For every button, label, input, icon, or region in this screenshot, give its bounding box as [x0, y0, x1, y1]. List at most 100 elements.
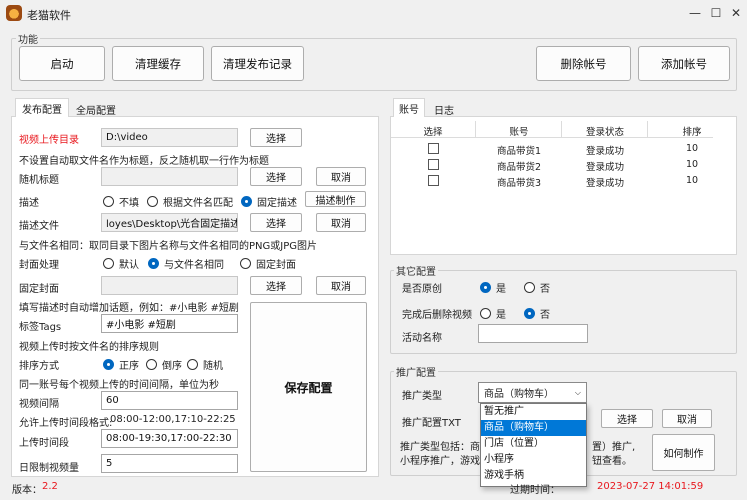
random-title-label: 随机标题	[19, 175, 59, 186]
original-no-radio[interactable]: 否	[524, 280, 550, 295]
dropdown-option[interactable]: 门店（位置）	[481, 436, 586, 452]
promo-desc-line2-tail: 钮查看。	[592, 456, 632, 467]
video-dir-label: 视频上传目录	[19, 135, 79, 146]
delete-yes-radio[interactable]: 是	[480, 306, 506, 321]
promo-txt-select-button[interactable]: 选择	[601, 409, 653, 428]
random-title-cancel-button[interactable]: 取消	[316, 167, 366, 186]
chevron-down-icon: ⌵	[574, 387, 581, 397]
upload-period-input[interactable]: 08:00-19:30,17:00-22:30	[101, 429, 238, 448]
desc-filename-label: 根据文件名匹配	[163, 198, 233, 209]
row-account: 商品带货1	[496, 146, 542, 157]
delete-account-button[interactable]: 删除帐号	[536, 46, 631, 81]
row-order: 10	[685, 175, 699, 186]
interval-label: 视频间隔	[19, 399, 59, 410]
desc-file-select-button[interactable]: 选择	[250, 213, 302, 232]
delete-no-label: 否	[540, 310, 550, 321]
sort-desc-radio[interactable]: 倒序	[146, 357, 182, 372]
desc-filename-radio[interactable]: 根据文件名匹配	[147, 194, 233, 209]
daily-limit-input[interactable]: 5	[101, 454, 238, 473]
col-select-header: 选择	[423, 127, 443, 138]
delete-yes-label: 是	[496, 310, 506, 321]
row-checkbox[interactable]	[428, 143, 439, 154]
title-note: 不设置自动取文件名作为标题，反之随机取一行作为标题	[19, 156, 269, 167]
title-bar	[0, 0, 747, 28]
header-divider	[561, 121, 562, 138]
promo-desc-line2: 小程序推广，游戏手	[400, 456, 490, 467]
start-button[interactable]: 启动	[19, 46, 105, 81]
col-account-header: 账号	[509, 127, 529, 138]
activity-label: 活动名称	[402, 333, 442, 344]
tags-input[interactable]: #小电影 #短剧	[101, 314, 238, 333]
promo-type-select[interactable]: 商品（购物车） ⌵	[478, 382, 587, 403]
tab-global-config[interactable]: 全局配置	[76, 102, 116, 117]
minimize-icon[interactable]: —	[684, 4, 706, 22]
row-checkbox[interactable]	[428, 159, 439, 170]
random-title-input[interactable]	[101, 167, 238, 186]
random-title-select-button[interactable]: 选择	[250, 167, 302, 186]
header-divider	[647, 121, 648, 138]
app-logo-icon	[6, 5, 22, 21]
original-no-label: 否	[540, 284, 550, 295]
window-title: 老猫软件	[27, 9, 71, 22]
dropdown-option[interactable]: 暂无推广	[481, 404, 586, 420]
cover-fixed-label: 固定封面	[256, 260, 296, 271]
promo-txt-label: 推广配置TXT	[402, 418, 461, 429]
interval-input[interactable]: 60	[101, 391, 238, 410]
promo-config-legend: 推广配置	[394, 364, 438, 379]
cover-note: 与文件名相同：取同目录下图片名称与文件名相同的PNG或JPG图片	[19, 241, 317, 252]
save-config-button[interactable]: 保存配置	[250, 302, 367, 472]
desc-fixed-radio[interactable]: 固定描述	[241, 194, 297, 209]
fixed-cover-input[interactable]	[101, 276, 238, 295]
promo-desc-line1: 推广类型包括：商品	[400, 442, 490, 453]
sort-random-radio[interactable]: 随机	[187, 357, 223, 372]
function-group-legend: 功能	[16, 31, 40, 46]
fixed-cover-select-button[interactable]: 选择	[250, 276, 302, 295]
tab-accounts[interactable]: 账号	[393, 98, 425, 117]
desc-file-cancel-button[interactable]: 取消	[316, 213, 366, 232]
original-label: 是否原创	[402, 284, 442, 295]
maximize-icon[interactable]: ☐	[705, 4, 727, 22]
dropdown-option[interactable]: 商品（购物车）	[481, 420, 586, 436]
desc-none-radio[interactable]: 不填	[103, 194, 139, 209]
upload-period-label: 上传时间段	[19, 438, 69, 449]
row-status: 登录成功	[585, 162, 624, 173]
version-label: 版本：	[12, 485, 42, 496]
desc-file-input[interactable]: loyes\Desktop\光合固定描述.txt	[101, 213, 238, 232]
promo-type-dropdown: 暂无推广 商品（购物车） 门店（位置） 小程序 游戏手柄	[480, 403, 587, 487]
cover-fixed-radio[interactable]: 固定封面	[240, 256, 296, 271]
allowed-format-value: 08:00-12:00,17:10-22:25	[110, 414, 236, 425]
cover-same-radio[interactable]: 与文件名相同	[148, 256, 224, 271]
row-order: 10	[685, 159, 699, 170]
video-dir-input[interactable]: D:\video	[101, 128, 238, 147]
delete-no-radio[interactable]: 否	[524, 306, 550, 321]
sort-asc-radio[interactable]: 正序	[103, 357, 139, 372]
tab-logs[interactable]: 日志	[434, 102, 454, 117]
activity-input[interactable]	[478, 324, 588, 343]
row-account: 商品带货3	[496, 178, 542, 189]
original-yes-label: 是	[496, 284, 506, 295]
cover-default-label: 默认	[119, 260, 139, 271]
header-divider	[475, 121, 476, 138]
col-status-header: 登录状态	[585, 127, 624, 138]
row-order: 10	[685, 143, 699, 154]
row-checkbox[interactable]	[428, 175, 439, 186]
expire-value: 2023-07-27 14:01:59	[597, 481, 704, 492]
fixed-cover-label: 固定封面	[19, 284, 59, 295]
fixed-cover-cancel-button[interactable]: 取消	[316, 276, 366, 295]
tab-publish-config[interactable]: 发布配置	[15, 98, 69, 117]
clear-publish-log-button[interactable]: 清理发布记录	[211, 46, 304, 81]
description-label: 描述	[19, 198, 39, 209]
dropdown-option[interactable]: 小程序	[481, 452, 586, 468]
close-icon[interactable]: ✕	[725, 4, 747, 22]
other-config-legend: 其它配置	[394, 263, 438, 278]
how-to-make-button[interactable]: 如何制作	[652, 434, 715, 471]
video-dir-select-button[interactable]: 选择	[250, 128, 302, 147]
original-yes-radio[interactable]: 是	[480, 280, 506, 295]
promo-txt-cancel-button[interactable]: 取消	[662, 409, 712, 428]
promo-type-selected: 商品（购物车）	[484, 389, 554, 400]
clear-cache-button[interactable]: 清理缓存	[112, 46, 204, 81]
add-account-button[interactable]: 添加帐号	[638, 46, 730, 81]
cover-default-radio[interactable]: 默认	[103, 256, 139, 271]
description-make-button[interactable]: 描述制作	[305, 191, 366, 207]
allowed-format-label: 允许上传时间段格式:	[19, 418, 113, 429]
